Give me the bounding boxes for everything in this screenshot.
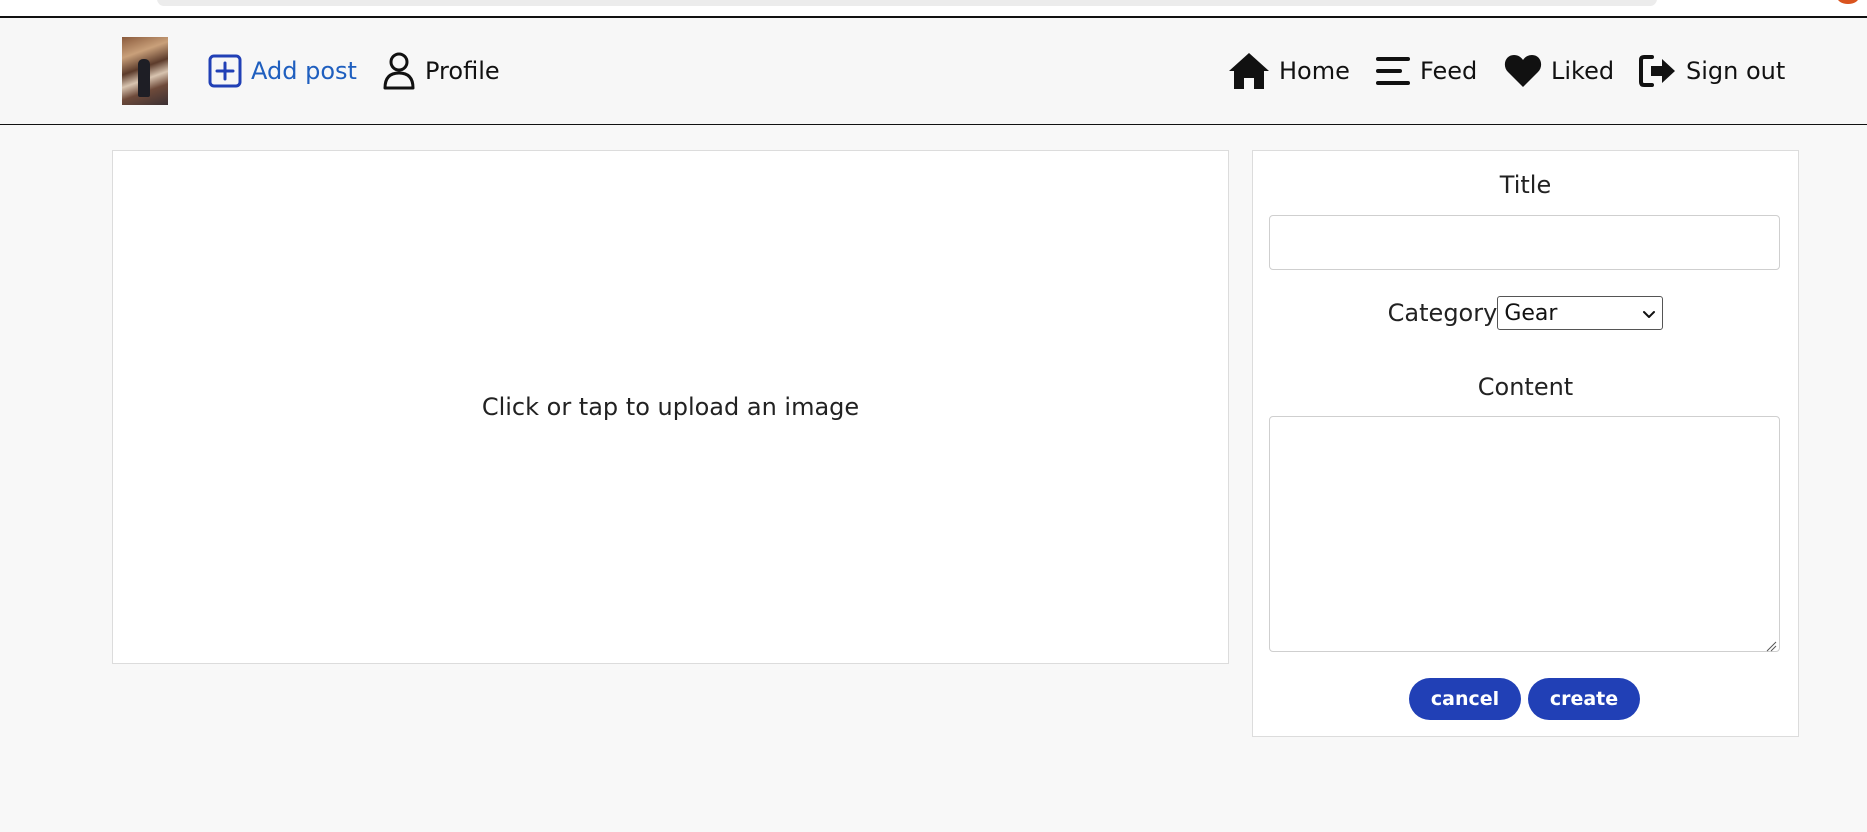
image-upload-area[interactable]: Click or tap to upload an image [112,150,1229,664]
nav-liked[interactable]: Liked [1503,18,1614,124]
browser-chrome-edge [0,0,1867,18]
sign-out-icon [1638,53,1678,89]
category-select[interactable]: Gear [1497,296,1664,330]
resize-grip-icon[interactable] [1765,637,1777,652]
nav-sign-out[interactable]: Sign out [1638,18,1785,124]
extension-icon[interactable] [1837,0,1859,4]
logo-figure [138,59,150,97]
upload-prompt: Click or tap to upload an image [481,393,860,421]
create-button[interactable]: create [1528,678,1640,720]
category-selected-value: Gear [1504,300,1558,326]
nav-home-label: Home [1279,57,1350,85]
site-logo[interactable] [122,37,168,105]
address-bar-edge [157,0,1657,6]
title-input[interactable] [1269,215,1780,270]
nav-home[interactable]: Home [1227,18,1350,124]
plus-square-icon [207,53,243,89]
heart-icon [1503,53,1543,89]
cancel-button[interactable]: cancel [1409,678,1521,720]
nav-add-post[interactable]: Add post [207,18,357,124]
title-label: Title [1499,171,1552,199]
category-label: Category [1387,299,1498,327]
post-form: Title Category Gear Content cancel creat… [1252,150,1799,737]
menu-lines-icon [1374,54,1412,88]
content-textarea[interactable] [1269,416,1780,652]
nav-feed[interactable]: Feed [1374,18,1477,124]
home-icon [1227,51,1271,91]
navbar: Add post Profile Home Feed Liked Sign ou… [0,18,1867,125]
nav-liked-label: Liked [1551,57,1615,85]
nav-feed-label: Feed [1420,57,1478,85]
user-icon [381,51,417,91]
nav-add-post-label: Add post [251,57,357,85]
nav-profile[interactable]: Profile [381,18,500,124]
content-label: Content [1477,373,1574,401]
nav-sign-out-label: Sign out [1686,57,1786,85]
category-row: Category Gear [1253,296,1798,330]
chevron-down-icon [1642,301,1656,326]
nav-profile-label: Profile [425,57,500,85]
